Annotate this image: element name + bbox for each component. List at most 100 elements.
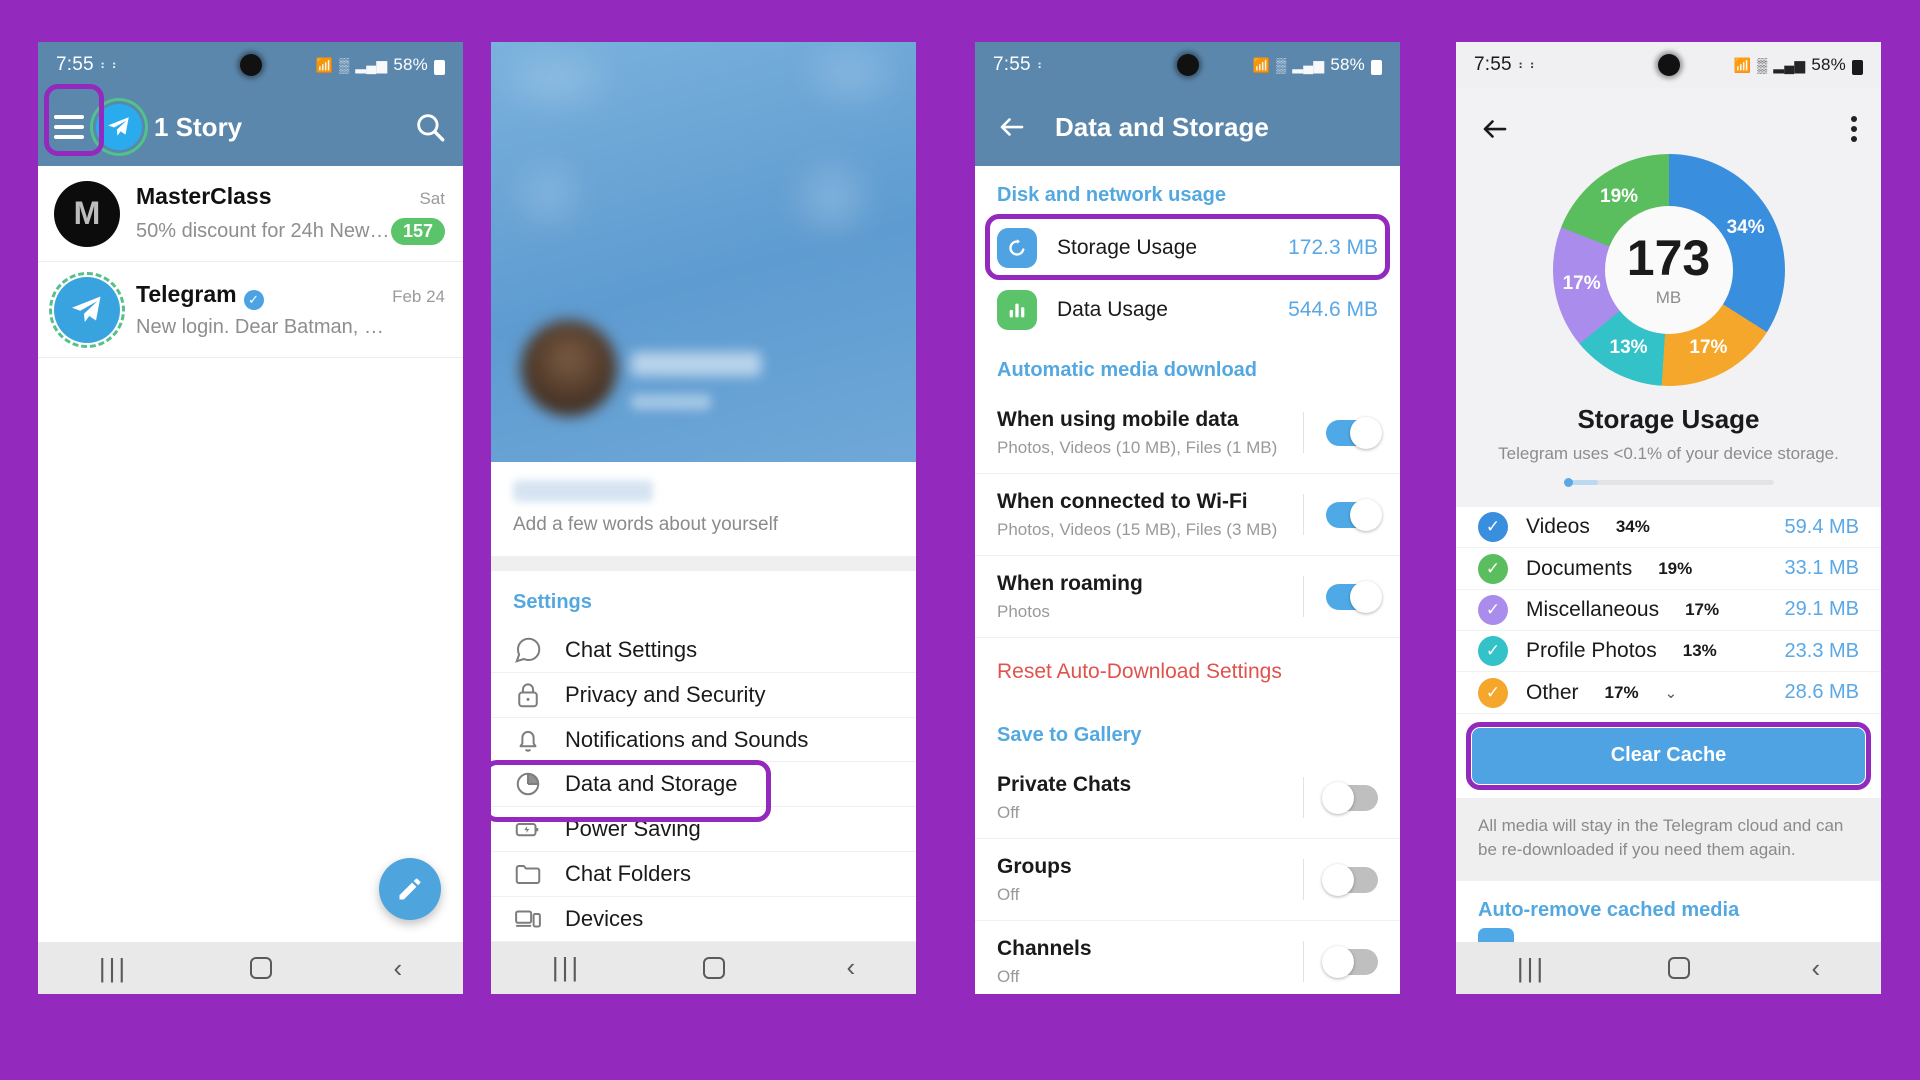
autoremove-slider-stub[interactable] <box>1456 928 1881 942</box>
check-icon[interactable]: ✓ <box>1478 594 1508 625</box>
status-bar: 7:55 ⠆ 📶 ▒ ▂▄▆ 58% <box>975 42 1400 88</box>
signal-bars-icon: ▂▄▆ <box>1773 56 1806 73</box>
back-chevron-icon[interactable]: ‹ <box>1811 953 1820 984</box>
reset-autodownload-button[interactable]: Reset Auto-Download Settings <box>975 638 1400 706</box>
toggle-groups[interactable] <box>1322 863 1378 896</box>
home-icon[interactable] <box>249 957 272 979</box>
hamburger-menu-icon[interactable] <box>54 115 84 139</box>
chat-list-item[interactable]: M MasterClass Sat 50% discount for 24h N… <box>38 166 463 262</box>
app-bar: 1 Story <box>38 84 463 166</box>
page-indicator-track <box>1563 478 1774 487</box>
row-value: 172.3 MB <box>1288 236 1378 259</box>
android-nav-bar: ||| ‹ <box>38 942 463 994</box>
status-time: 7:55 <box>56 54 94 75</box>
row-text: Private Chats Off <box>997 773 1303 823</box>
toggle-channels[interactable] <box>1322 945 1378 978</box>
recents-icon[interactable]: ||| <box>1517 953 1546 984</box>
chat-meta: MasterClass Sat 50% discount for 24h New… <box>136 183 445 245</box>
toggle-mobile-data[interactable] <box>1326 416 1382 449</box>
back-arrow-icon[interactable] <box>1480 114 1510 144</box>
back-chevron-icon[interactable]: ‹ <box>393 953 402 984</box>
page-indicator[interactable] <box>1563 478 1774 487</box>
row-groups[interactable]: Groups Off <box>975 839 1400 921</box>
legend-name: Documents <box>1526 556 1633 580</box>
check-icon[interactable]: ✓ <box>1478 636 1508 667</box>
sidebar-item-chat-folders[interactable]: Chat Folders <box>491 852 916 898</box>
storage-refresh-icon <box>997 228 1037 268</box>
bio-placeholder[interactable]: Add a few words about yourself <box>513 514 894 536</box>
chat-time: Sat <box>419 188 445 208</box>
sidebar-item-label: Devices <box>565 906 644 932</box>
check-icon[interactable]: ✓ <box>1478 677 1508 708</box>
legend-row-documents[interactable]: ✓ Documents 19% 33.1 MB <box>1456 548 1881 590</box>
chat-list-item[interactable]: Telegram ✓ Feb 24 New login. Dear Batman… <box>38 262 463 358</box>
sidebar-item-data-and-storage[interactable]: Data and Storage <box>491 760 916 823</box>
sidebar-item-label: Chat Settings <box>565 636 698 662</box>
row-storage-usage[interactable]: Storage Usage 172.3 MB <box>975 217 1400 279</box>
row-subtitle: Off <box>997 966 1020 986</box>
sidebar-item-notifications-and-sounds[interactable]: Notifications and Sounds <box>491 718 916 763</box>
toggle-wifi[interactable] <box>1326 498 1382 531</box>
sidebar-item-power-saving[interactable]: Power Saving <box>491 807 916 853</box>
chart-toolbar <box>1456 98 1881 152</box>
sidebar-item-devices[interactable]: Devices <box>491 897 916 942</box>
check-icon[interactable]: ✓ <box>1478 553 1508 584</box>
row-when-connected-to-wifi[interactable]: When connected to Wi-Fi Photos, Videos (… <box>975 474 1400 556</box>
battery-icon <box>1371 59 1382 75</box>
vertical-separator <box>1303 576 1304 617</box>
profile-name-blurred <box>631 352 761 376</box>
total-unit: MB <box>1655 287 1682 307</box>
legend-row-miscellaneous[interactable]: ✓ Miscellaneous 17% 29.1 MB <box>1456 590 1881 632</box>
slice-label-documents: 19% <box>1600 186 1639 208</box>
search-icon[interactable] <box>413 110 447 144</box>
slice-label-profile-photos: 13% <box>1609 337 1648 359</box>
legend-row-other[interactable]: ✓ Other 17% ⌄ 28.6 MB <box>1456 672 1881 714</box>
footer-note: All media will stay in the Telegram clou… <box>1456 797 1881 881</box>
chat-list: M MasterClass Sat 50% discount for 24h N… <box>38 166 463 942</box>
vertical-separator <box>1303 941 1304 982</box>
row-private-chats[interactable]: Private Chats Off <box>975 757 1400 839</box>
screenshot-stage: 7:55 ⠆⠆ 📶 ▒ ▂▄▆ 58% 1 Story M MasterClas… <box>0 0 1920 1080</box>
chat-name: Telegram <box>136 280 237 307</box>
sidebar-item-chat-settings[interactable]: Chat Settings <box>491 628 916 673</box>
toggle-private-chats[interactable] <box>1322 781 1378 814</box>
home-icon[interactable] <box>702 956 725 979</box>
legend-row-profile-photos[interactable]: ✓ Profile Photos 13% 23.3 MB <box>1456 631 1881 673</box>
slice-label-miscellaneous: 17% <box>1562 272 1601 294</box>
clear-cache-section: Clear Cache <box>1456 713 1881 798</box>
phone-screenshot-storage-usage: 7:55 ⠆⠆ 📶 ▒ ▂▄▆ 58% 173 MB 34% 19% 17% 1… <box>1456 42 1881 994</box>
compose-pencil-icon[interactable] <box>379 858 441 920</box>
clear-cache-button[interactable]: Clear Cache <box>1472 727 1865 784</box>
sidebar-item-privacy-and-security[interactable]: Privacy and Security <box>491 673 916 718</box>
page-title: 1 Story <box>154 111 243 142</box>
overflow-menu-icon[interactable] <box>1851 116 1857 142</box>
profile-avatar[interactable] <box>521 320 617 416</box>
toggle-roaming[interactable] <box>1326 580 1382 613</box>
row-channels[interactable]: Channels Off <box>975 921 1400 994</box>
row-value: 544.6 MB <box>1288 298 1378 321</box>
page-title: Data and Storage <box>1055 111 1269 142</box>
row-subtitle: Photos <box>997 601 1050 621</box>
telegram-logo-icon[interactable] <box>96 104 142 150</box>
status-time: 7:55 <box>1474 54 1512 75</box>
back-arrow-icon[interactable] <box>997 112 1027 142</box>
recents-icon[interactable]: ||| <box>99 953 128 984</box>
row-title: Groups <box>997 854 1072 878</box>
chevron-down-icon[interactable]: ⌄ <box>1665 684 1678 702</box>
legend-row-videos[interactable]: ✓ Videos 34% 59.4 MB <box>1456 507 1881 549</box>
row-when-using-mobile-data[interactable]: When using mobile data Photos, Videos (1… <box>975 392 1400 474</box>
home-icon[interactable] <box>1667 957 1690 979</box>
status-bar-right: 📶 ▒ ▂▄▆ 58% <box>316 55 445 75</box>
check-icon[interactable]: ✓ <box>1478 512 1508 543</box>
row-title: Channels <box>997 936 1092 960</box>
status-bar-left: 7:55 ⠆⠆ <box>56 54 123 76</box>
row-data-usage[interactable]: Data Usage 544.6 MB <box>975 279 1400 341</box>
pie-chart-icon <box>516 773 540 796</box>
back-chevron-icon[interactable]: ‹ <box>846 952 855 983</box>
row-when-roaming[interactable]: When roaming Photos <box>975 556 1400 638</box>
status-bar-left: 7:55 ⠆⠆ <box>1474 54 1541 76</box>
donut-center: 173 MB <box>1604 206 1733 334</box>
unread-badge: 157 <box>390 217 445 245</box>
folder-icon <box>515 865 541 885</box>
recents-icon[interactable]: ||| <box>552 952 581 983</box>
